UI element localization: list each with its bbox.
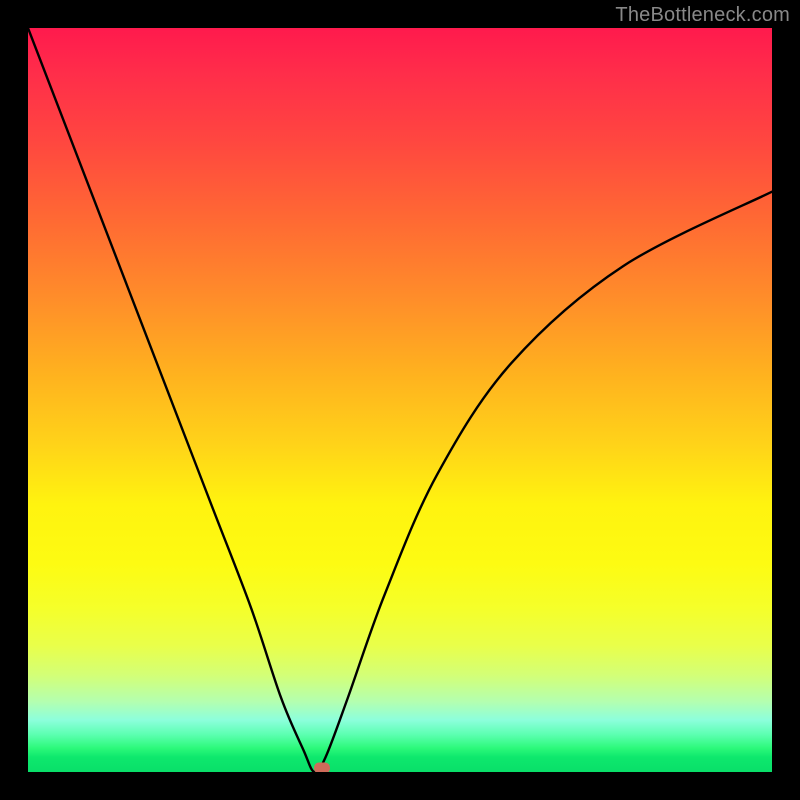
bottleneck-curve <box>28 28 772 772</box>
optimal-point-marker <box>314 763 330 772</box>
plot-area <box>28 28 772 772</box>
watermark-text: TheBottleneck.com <box>615 4 790 27</box>
chart-frame: TheBottleneck.com <box>0 0 800 800</box>
